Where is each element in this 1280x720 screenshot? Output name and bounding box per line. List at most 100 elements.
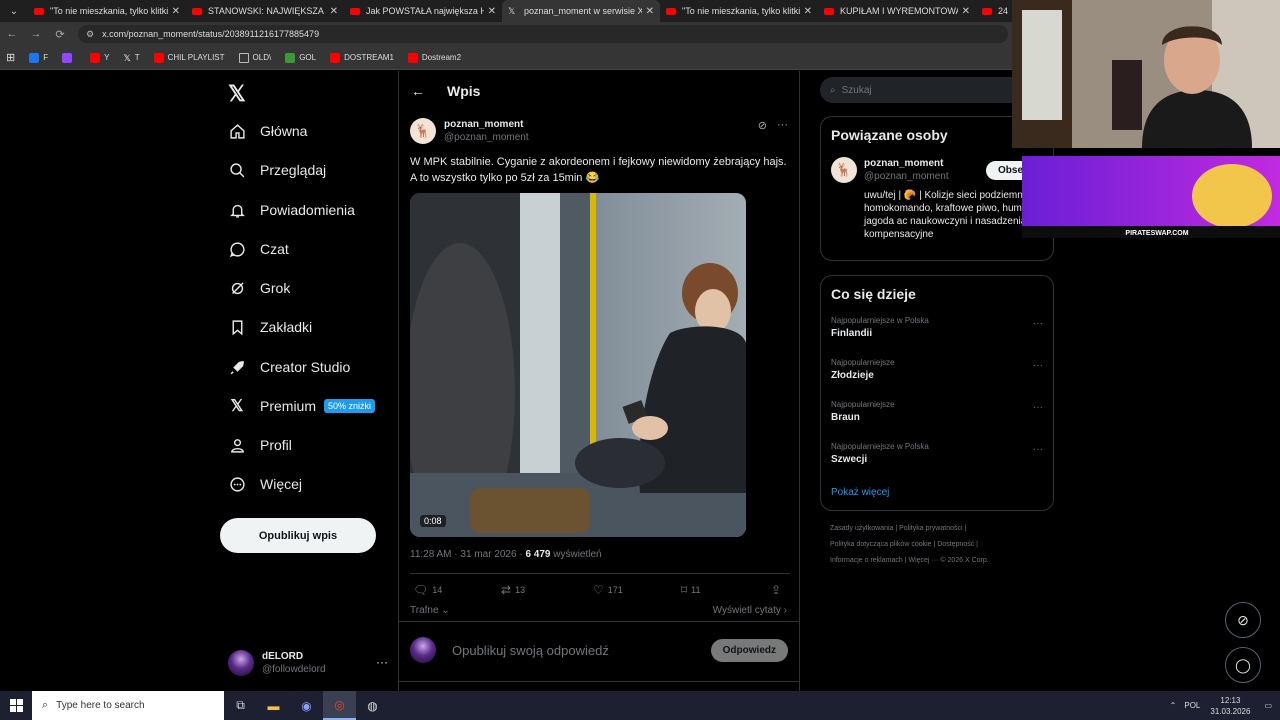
- clock[interactable]: 12:13 31.03.2026: [1210, 695, 1250, 717]
- nav-grok[interactable]: Grok: [228, 279, 290, 297]
- site-info-icon[interactable]: ⚙: [86, 29, 94, 40]
- grok-icon[interactable]: ⊘: [758, 119, 767, 132]
- youtube-icon: [90, 52, 101, 63]
- tray-chevron-up-icon[interactable]: ⌃: [1170, 701, 1177, 710]
- reply-sort-dropdown[interactable]: Trafne ⌄: [410, 605, 450, 616]
- reply-button[interactable]: 🗨︎ 14: [413, 583, 442, 597]
- apps-grid-icon[interactable]: ⊞: [6, 51, 15, 64]
- webcam-image: [1012, 0, 1280, 148]
- more-dots-icon[interactable]: ···: [376, 655, 388, 669]
- chat-float-button[interactable]: ◯: [1225, 647, 1261, 683]
- account-switcher[interactable]: dELORD @followdelord ···: [228, 646, 388, 680]
- grok-float-button[interactable]: ⊘: [1225, 602, 1261, 638]
- back-arrow-icon[interactable]: ←: [411, 83, 427, 99]
- bookmark-f[interactable]: F: [29, 52, 48, 63]
- browser-tab-active[interactable]: 𝕏poznan_moment w serwisie X: ✕: [502, 0, 660, 22]
- more-dots-icon[interactable]: ···: [1033, 318, 1043, 329]
- close-tab-icon[interactable]: ✕: [488, 6, 496, 17]
- chrome-icon[interactable]: ◎: [323, 691, 356, 720]
- nav-premium[interactable]: 𝕏 Premium 50% zniżki: [228, 397, 376, 415]
- trend-item[interactable]: Najpopularniejsze w Polska Szwecji ···: [831, 442, 1045, 465]
- avatar[interactable]: 🦌: [410, 118, 436, 144]
- bookmark-t[interactable]: 𝕏T: [123, 53, 139, 63]
- post-time[interactable]: 11:28 AM · 31 mar 2026 ·: [410, 549, 525, 560]
- browser-tab[interactable]: Jak POWSTAŁA największa HIP ✕: [344, 0, 502, 22]
- share-button[interactable]: ⇪: [771, 583, 781, 597]
- close-tab-icon[interactable]: ✕: [330, 6, 338, 17]
- bookmark-button[interactable]: ⌑ 11: [681, 583, 701, 597]
- bookmark-twitch[interactable]: [62, 52, 76, 63]
- reply-input[interactable]: Opublikuj swoją odpowiedź: [452, 643, 711, 658]
- facebook-icon: [29, 52, 40, 63]
- more-dots-icon[interactable]: ···: [777, 119, 788, 132]
- x-logo-icon[interactable]: 𝕏: [228, 81, 246, 107]
- bookmark-folder-old[interactable]: OLD\: [238, 52, 271, 63]
- close-tab-icon[interactable]: ✕: [172, 6, 180, 17]
- more-dots-icon[interactable]: ···: [1033, 444, 1043, 455]
- person-name[interactable]: poznan_moment: [864, 157, 949, 170]
- bookmark-chil-playlist[interactable]: CHIL PLAYLIST: [153, 52, 225, 63]
- nav-chat[interactable]: Czat: [228, 240, 289, 258]
- more-dots-icon[interactable]: ···: [1033, 360, 1043, 371]
- reply-composer: Opublikuj swoją odpowiedź Odpowiedz: [410, 635, 788, 665]
- obs-icon[interactable]: ◍: [356, 691, 389, 720]
- reply-icon: 🗨︎: [413, 583, 429, 597]
- back-arrow-icon[interactable]: ←: [0, 28, 24, 40]
- more-dots-icon[interactable]: ···: [1033, 402, 1043, 413]
- post-author: 🦌 poznan_moment @poznan_moment ⊘ ···: [410, 117, 790, 145]
- trend-item[interactable]: Najpopularniejsze w Polska Finlandii ···: [831, 316, 1045, 339]
- notification-icon[interactable]: ▭: [1264, 701, 1272, 710]
- reply-submit-button[interactable]: Odpowiedz: [710, 638, 788, 662]
- forward-arrow-icon[interactable]: →: [24, 28, 48, 40]
- close-tab-icon[interactable]: ✕: [804, 6, 812, 17]
- youtube-icon: [192, 7, 202, 15]
- youtube-icon: [407, 52, 418, 63]
- windows-taskbar: ⌕ Type here to search ⧉ ▬ ◉ ◎ ◍ ⌃ POL 12…: [0, 691, 1280, 720]
- divider: [399, 621, 799, 622]
- browser-tab[interactable]: KUPIŁAM I WYREMONTOWAŁ ✕: [818, 0, 976, 22]
- nav-home[interactable]: Główna: [228, 122, 307, 140]
- repost-button[interactable]: ⇄ 13: [501, 583, 525, 597]
- browser-tab[interactable]: STANOWSKI: NAJWIĘKSZA FAB✕: [186, 0, 344, 22]
- card-title: Co się dzieje: [831, 286, 916, 302]
- publish-post-button[interactable]: Opublikuj wpis: [220, 518, 376, 553]
- taskbar-search-input[interactable]: ⌕ Type here to search: [32, 691, 224, 720]
- trend-item[interactable]: Najpopularniejsze Braun ···: [831, 400, 1045, 423]
- view-quotes-link[interactable]: Wyświetl cytaty ›: [713, 605, 787, 616]
- close-tab-icon[interactable]: ✕: [962, 6, 970, 17]
- youtube-icon: [153, 52, 164, 63]
- browser-tab[interactable]: "To nie mieszkania, tylko klitki" ✕: [28, 0, 186, 22]
- like-button[interactable]: ♡ 171: [593, 583, 623, 597]
- discord-icon[interactable]: ◉: [290, 691, 323, 720]
- bookmark-y[interactable]: Y: [90, 52, 109, 63]
- bookmark-gol[interactable]: GOL: [285, 52, 316, 63]
- nav-notifications[interactable]: Powiadomienia: [228, 201, 355, 219]
- reload-icon[interactable]: ⟳: [48, 28, 72, 41]
- windows-start-icon[interactable]: [0, 691, 32, 720]
- nav-bookmarks[interactable]: Zakładki: [228, 318, 312, 336]
- avatar[interactable]: 🦌: [831, 157, 857, 183]
- file-explorer-icon[interactable]: ▬: [257, 691, 290, 720]
- left-navigation: 𝕏 Główna Przeglądaj Powiadomienia Czat G…: [220, 71, 395, 691]
- url-bar[interactable]: ⚙ x.com/poznan_moment/status/20389112161…: [78, 25, 1008, 43]
- author-handle[interactable]: @poznan_moment: [444, 131, 529, 144]
- task-view-icon[interactable]: ⧉: [224, 691, 257, 720]
- youtube-icon: [982, 7, 992, 15]
- language-indicator[interactable]: POL: [1184, 701, 1200, 710]
- search-icon: [228, 161, 246, 179]
- nav-explore[interactable]: Przeglądaj: [228, 161, 326, 179]
- nav-more[interactable]: Więcej: [228, 475, 302, 493]
- trend-item[interactable]: Najpopularniejsze Złodzieje ···: [831, 358, 1045, 381]
- nav-profile[interactable]: Profil: [228, 436, 292, 454]
- bookmark-dostream1[interactable]: DOSTREAM1: [330, 52, 394, 63]
- show-more-link[interactable]: Pokaż więcej: [831, 487, 889, 498]
- heart-icon: ♡: [593, 583, 604, 597]
- browser-tab[interactable]: 24: [976, 0, 1016, 22]
- close-tab-icon[interactable]: ✕: [646, 6, 654, 17]
- browser-tab[interactable]: "To nie mieszkania, tylko klitki" ✕: [660, 0, 818, 22]
- post-video[interactable]: 0:08: [410, 193, 746, 537]
- tab-search-chevron-icon[interactable]: ⌄: [0, 0, 28, 22]
- bookmark-dostream2[interactable]: Dostream2: [407, 52, 461, 63]
- author-name[interactable]: poznan_moment: [444, 118, 529, 131]
- nav-creator-studio[interactable]: Creator Studio: [228, 358, 350, 376]
